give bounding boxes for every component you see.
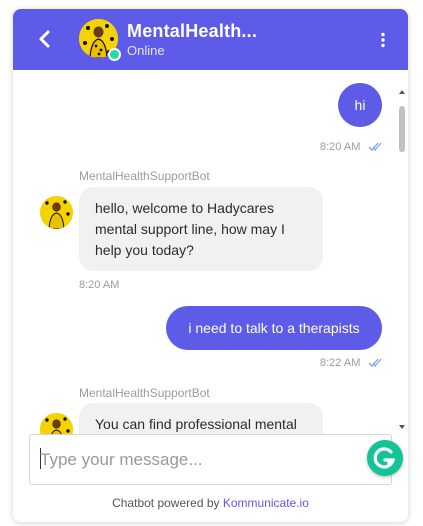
chat-header: MentalHealth... Online (13, 9, 408, 70)
double-check-icon (368, 142, 382, 151)
powered-by-footer: Chatbot powered by Kommunicate.io (13, 496, 408, 510)
chat-widget: MentalHealth... Online hi 8:20 AM Mental… (13, 9, 408, 522)
message-bubble-incoming[interactable]: hello, welcome to Hadycares mental suppo… (79, 187, 323, 271)
message-list[interactable]: hi 8:20 AM MentalHealthSupportBot hello,… (13, 70, 408, 434)
kebab-menu-icon[interactable] (380, 32, 386, 48)
message-bubble-outgoing[interactable]: hi (338, 83, 382, 127)
scroll-down-arrow-icon[interactable] (399, 425, 405, 429)
message-timestamp: 8:20 AM (320, 141, 361, 153)
sender-name: MentalHealthSupportBot (79, 169, 210, 183)
message-timestamp: 8:20 AM (79, 279, 120, 291)
message-text: hello, welcome to Hadycares mental suppo… (95, 200, 285, 258)
back-chevron-icon[interactable] (36, 29, 54, 49)
bot-avatar-small (40, 413, 73, 434)
bot-avatar-small (40, 196, 73, 229)
sender-name: MentalHealthSupportBot (79, 386, 210, 400)
message-bubble-incoming[interactable]: You can find professional mental health … (79, 403, 323, 434)
message-text: hi (354, 97, 366, 113)
message-bubble-outgoing[interactable]: i need to talk to a therapists (166, 306, 382, 350)
message-text: i need to talk to a therapists (188, 320, 360, 336)
message-text: You can find professional mental health … (95, 416, 297, 432)
online-status: Online (127, 43, 165, 58)
message-input-placeholder: Type your message... (40, 450, 203, 469)
grammarly-icon[interactable] (367, 440, 403, 476)
bot-avatar (79, 19, 121, 61)
kommunicate-link[interactable]: Kommunicate.io (223, 496, 309, 510)
message-timestamp: 8:22 AM (320, 357, 361, 369)
double-check-icon (368, 358, 382, 367)
footer-prefix: Chatbot powered by (112, 496, 223, 510)
scrollbar-thumb[interactable] (399, 106, 405, 152)
online-status-dot (108, 48, 121, 61)
scroll-up-arrow-icon[interactable] (399, 90, 405, 94)
message-input[interactable]: Type your message... (29, 434, 392, 485)
chat-title: MentalHealth... (127, 21, 258, 41)
